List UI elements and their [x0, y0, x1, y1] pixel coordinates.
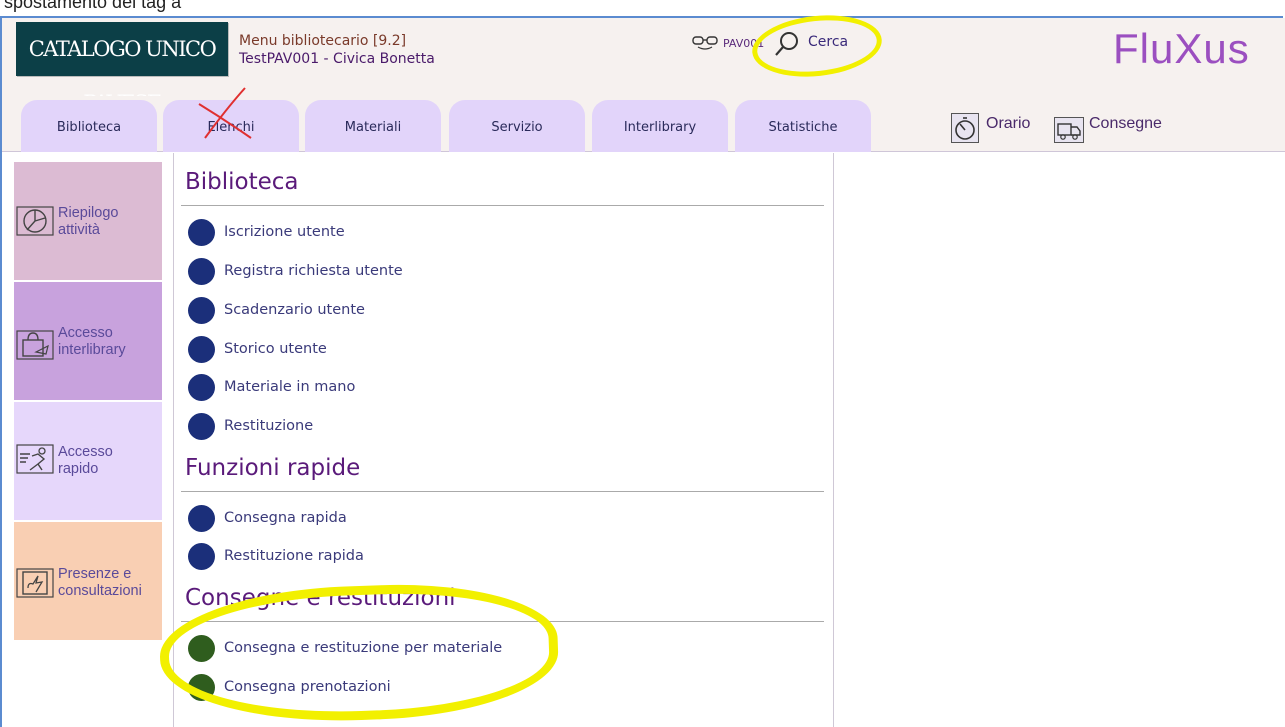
sidebar-label-line1: Presenze e	[58, 566, 132, 582]
menu-bullet	[188, 374, 215, 401]
menu-bullet	[188, 258, 215, 285]
pie-chart-icon	[16, 206, 54, 236]
sidebar-item-riepilogo[interactable]: Riepilogo attività	[14, 162, 162, 280]
stopwatch-icon[interactable]	[951, 113, 979, 143]
tab-biblioteca[interactable]: Biblioteca	[21, 100, 157, 152]
content-divider	[833, 153, 834, 727]
sidebar-label-line2: attività	[58, 222, 100, 238]
menu-bullet	[188, 297, 215, 324]
document-strip: spostamento dei tag a	[0, 0, 1285, 16]
menu-item-label: Storico utente	[224, 341, 327, 357]
fluxus-logo: FluXus	[1113, 25, 1250, 72]
menu-bullet	[188, 505, 215, 532]
menu-item-label: Restituzione	[224, 418, 314, 434]
sidebar-label-line1: Riepilogo	[58, 205, 119, 221]
sidebar-label-line2: consultazioni	[58, 583, 142, 599]
glasses-icon[interactable]	[692, 35, 718, 51]
tab-servizio[interactable]: Servizio	[449, 100, 585, 152]
consegne-button[interactable]: Consegne	[1089, 115, 1162, 133]
menu-item-label: Iscrizione utente	[224, 224, 345, 240]
section-divider	[181, 205, 824, 206]
delivery-truck-icon[interactable]	[1054, 117, 1084, 143]
tab-interlibrary[interactable]: Interlibrary	[592, 100, 728, 152]
section-title-biblioteca: Biblioteca	[185, 169, 299, 195]
section-divider	[181, 491, 824, 492]
tab-statistiche[interactable]: Statistiche	[735, 100, 871, 152]
menu-item-label: Materiale in mano	[224, 379, 356, 395]
presence-icon	[16, 568, 54, 598]
menu-item-label: Scadenzario utente	[224, 302, 365, 318]
orario-button[interactable]: Orario	[986, 115, 1030, 133]
menu-item-label: Consegna rapida	[224, 510, 347, 526]
shopping-bag-icon	[16, 330, 54, 360]
menu-bullet	[188, 543, 215, 570]
sidebar-item-presenze[interactable]: Presenze e consultazioni	[14, 522, 162, 640]
menu-title: Menu bibliotecario [9.2]	[239, 33, 407, 49]
menu-item-label: Registra richiesta utente	[224, 263, 403, 279]
running-person-icon	[16, 444, 54, 474]
sidebar-label-line1: Accesso	[58, 444, 113, 460]
sidebar-label-line1: Accesso	[58, 325, 113, 341]
sidebar-label-line2: interlibrary	[58, 342, 126, 358]
library-name: TestPAV001 - Civica Bonetta	[239, 51, 435, 67]
tab-materiali[interactable]: Materiali	[305, 100, 441, 152]
menu-bullet	[188, 336, 215, 363]
sidebar-label-line2: rapido	[58, 461, 99, 477]
sidebar-item-rapido[interactable]: Accesso rapido	[14, 402, 162, 520]
section-title-funzioni: Funzioni rapide	[185, 455, 361, 481]
document-strip-text: spostamento dei tag a	[4, 0, 182, 12]
menu-bullet	[188, 219, 215, 246]
catalogo-logo[interactable]: CATALOGO UNICO PAVESE	[16, 22, 228, 115]
sidebar-item-interlibrary[interactable]: Accesso interlibrary	[14, 282, 162, 400]
cross-mark	[198, 87, 252, 139]
menu-bullet	[188, 413, 215, 440]
menu-item-label: Restituzione rapida	[224, 548, 364, 564]
